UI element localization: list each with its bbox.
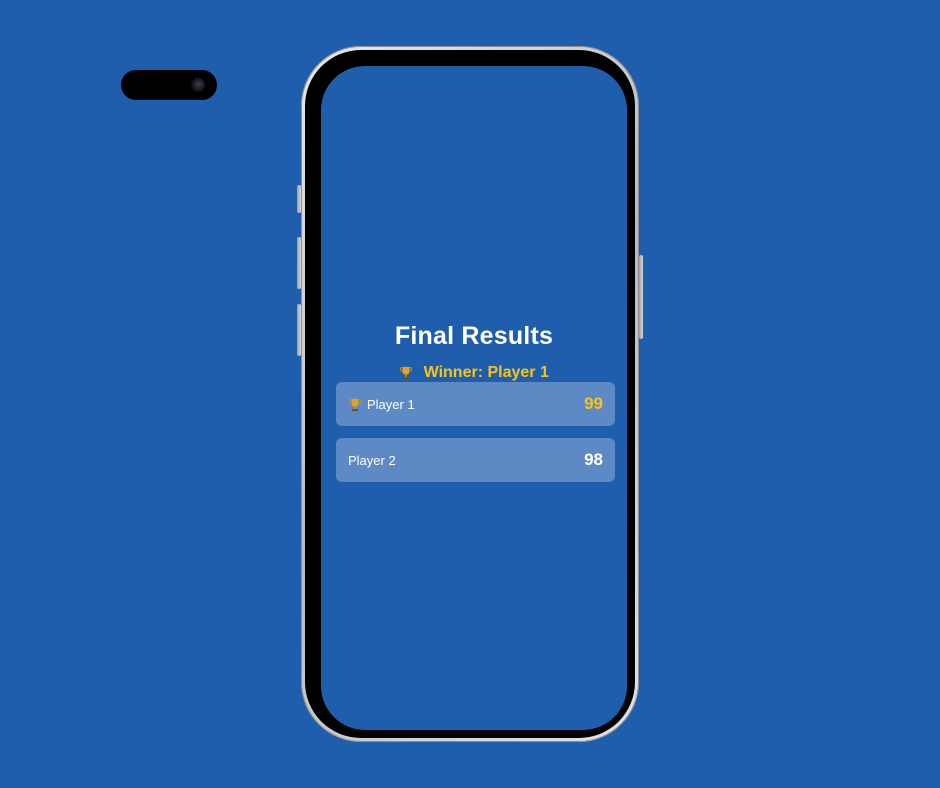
dynamic-island	[121, 70, 217, 100]
player-name-text: Player 2	[348, 452, 396, 468]
power-button	[639, 255, 643, 339]
score-list: Player 1 99 Player 2 98	[336, 382, 615, 482]
player-name-text: Player 1	[367, 396, 415, 412]
phone-bezel: Final Results Winner: Player 1 Player 1 …	[305, 50, 635, 738]
player-name: Player 1	[348, 396, 415, 412]
player-name: Player 2	[348, 453, 396, 468]
score-row-player-1: Player 1 99	[336, 382, 615, 426]
player-score: 99	[584, 394, 603, 413]
player-score: 98	[584, 450, 603, 469]
winner-label: Winner: Player 1	[321, 364, 627, 382]
score-row-player-2: Player 2 98	[336, 438, 615, 482]
screen: Final Results Winner: Player 1 Player 1 …	[321, 66, 627, 730]
phone-frame: Final Results Winner: Player 1 Player 1 …	[301, 46, 639, 742]
trophy-icon	[399, 364, 417, 381]
camera-icon	[191, 78, 205, 92]
winner-text: Winner: Player 1	[423, 364, 549, 381]
page-title: Final Results	[394, 322, 554, 350]
canvas: Final Results Winner: Player 1 Player 1 …	[0, 0, 940, 788]
trophy-icon	[348, 396, 362, 412]
